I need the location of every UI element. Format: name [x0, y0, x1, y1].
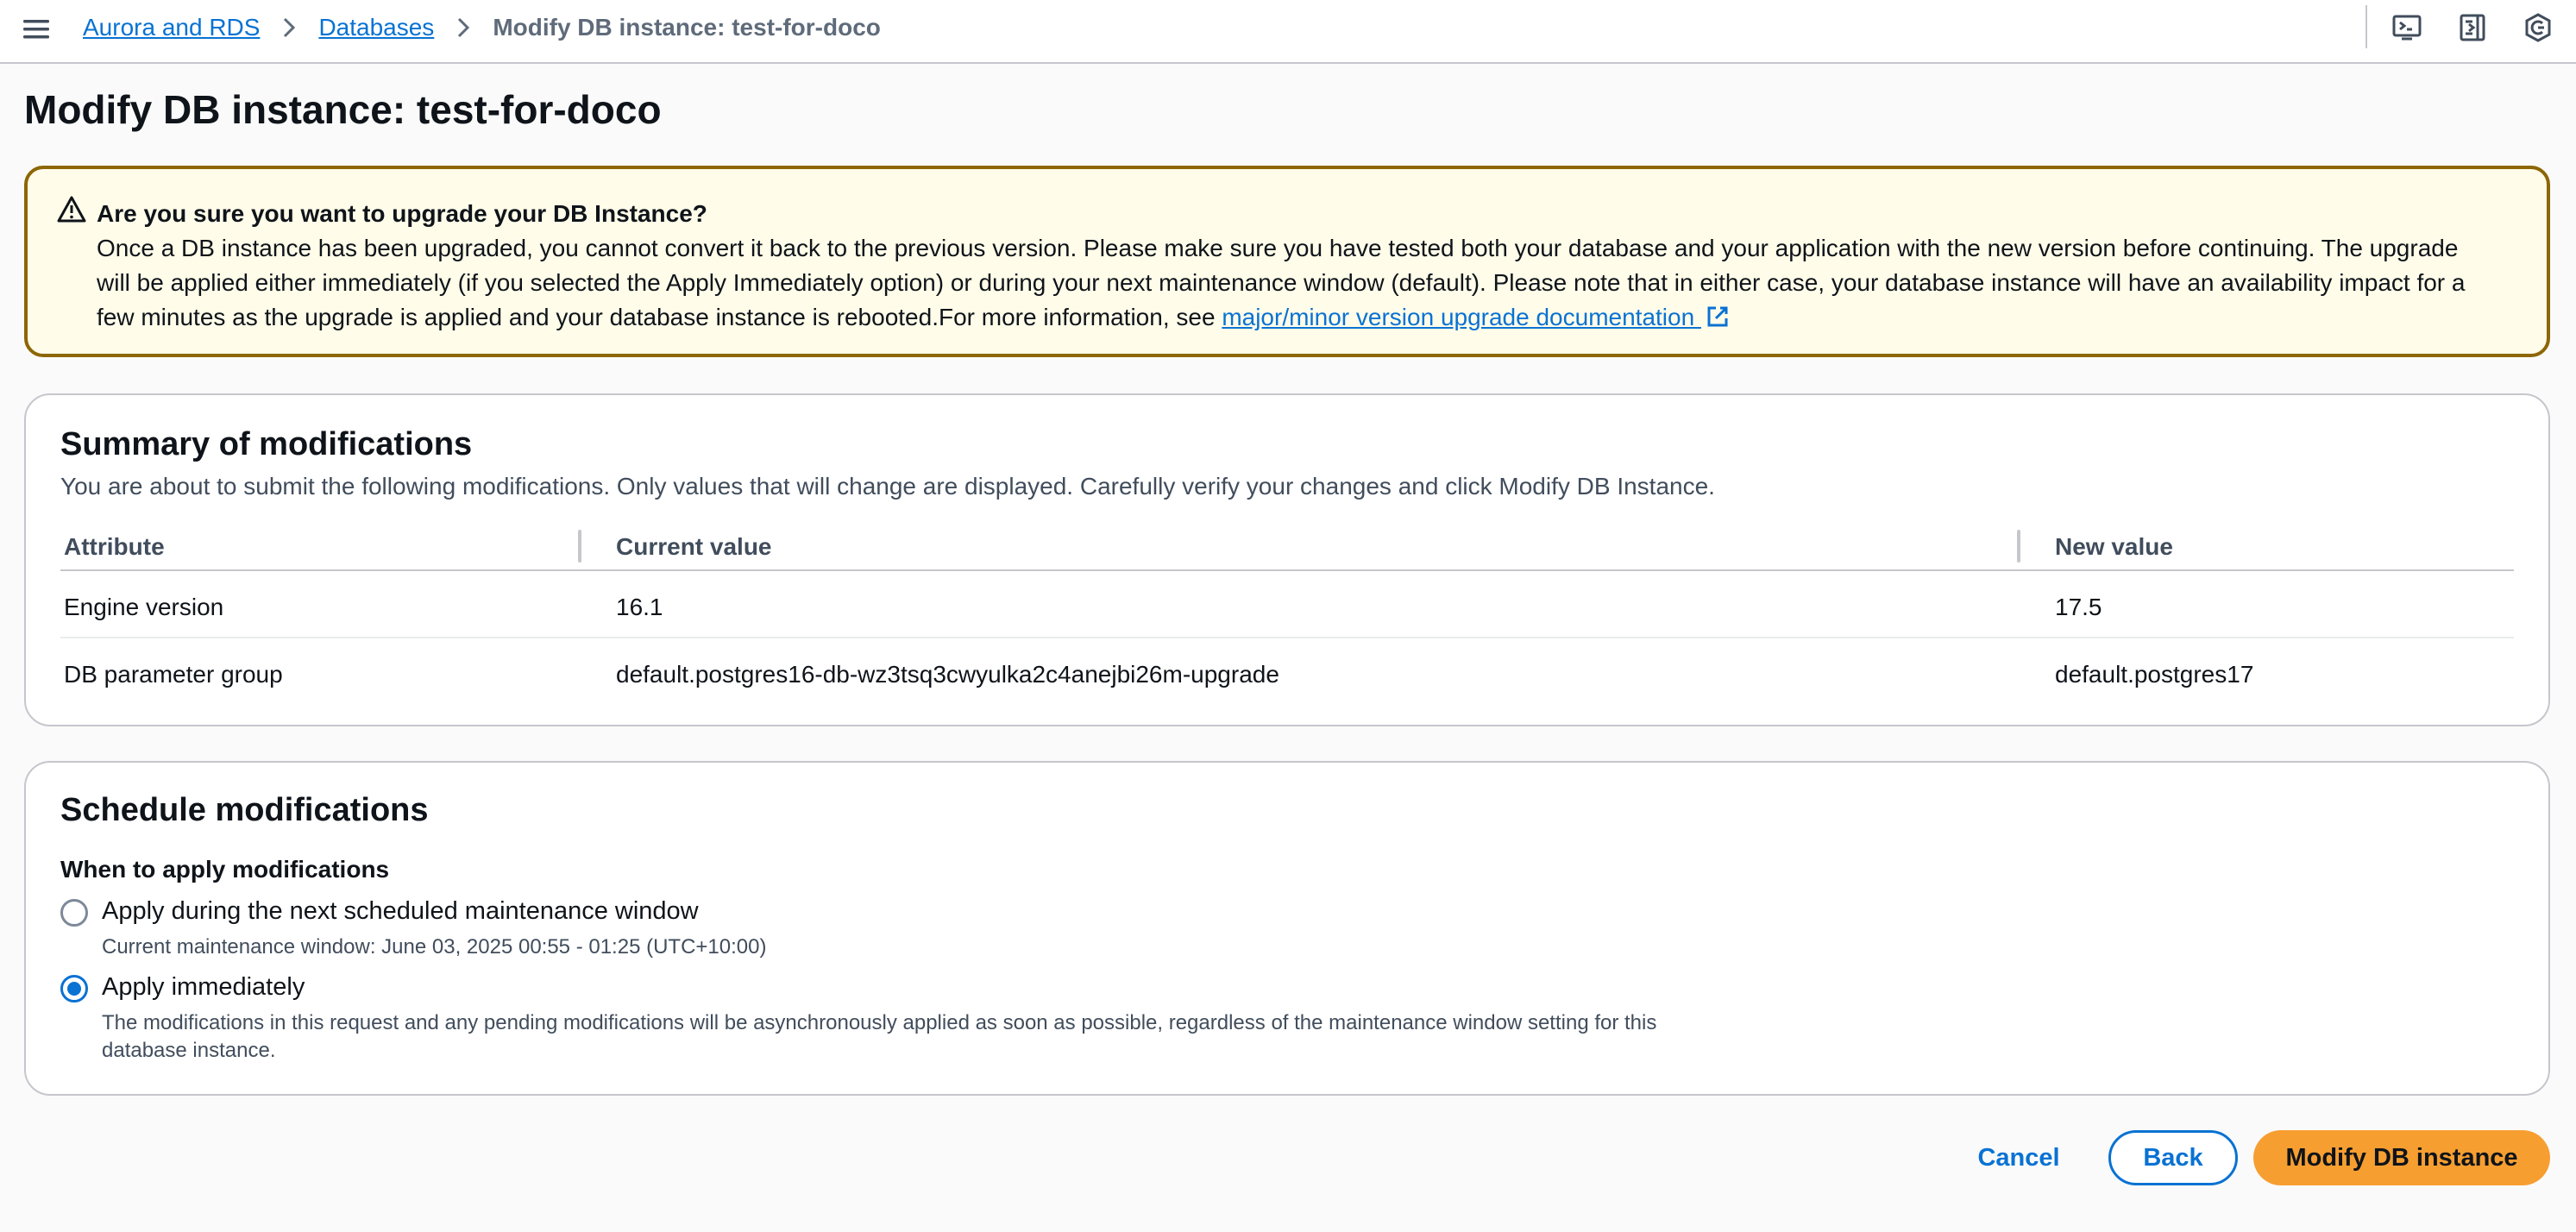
radio-button-maintenance-window[interactable] — [60, 899, 88, 927]
page-title: Modify DB instance: test-for-doco — [24, 87, 662, 132]
table-header: Attribute Current value New value — [60, 525, 2514, 571]
cell-attribute: DB parameter group — [64, 661, 283, 688]
warning-alert: Are you sure you want to upgrade your DB… — [24, 166, 2550, 357]
breadcrumb-current-page: Modify DB instance: test-for-doco — [493, 14, 881, 41]
cloudshell-icon[interactable] — [2391, 12, 2422, 43]
column-resizer[interactable] — [2017, 530, 2020, 563]
column-resizer[interactable] — [578, 530, 581, 563]
alert-heading: Are you sure you want to upgrade your DB… — [97, 200, 707, 227]
version-upgrade-documentation-link[interactable]: major/minor version upgrade documentatio… — [1222, 304, 1731, 330]
cell-current-value: 16.1 — [616, 594, 663, 620]
when-to-apply-label: When to apply modifications — [60, 856, 390, 883]
radio-description: The modifications in this request and an… — [102, 1011, 1657, 1062]
summary-of-modifications-container: Summary of modifications You are about t… — [24, 393, 2550, 726]
summary-title: Summary of modifications — [60, 426, 473, 462]
radio-description: Current maintenance window: June 03, 202… — [102, 935, 767, 959]
modifications-table: Attribute Current value New value Engine… — [60, 525, 2514, 706]
column-header-new-value: New value — [2055, 533, 2173, 560]
modify-db-instance-button[interactable]: Modify DB instance — [2253, 1130, 2550, 1185]
link-text[interactable]: major/minor version upgrade documentatio… — [1222, 304, 1701, 330]
breadcrumb-databases[interactable]: Databases — [318, 14, 434, 41]
back-button[interactable]: Back — [2108, 1130, 2238, 1185]
radio-button-apply-immediately[interactable] — [60, 975, 88, 1003]
top-navigation-bar: Aurora and RDS Databases Modify DB insta… — [0, 0, 2576, 64]
breadcrumb: Aurora and RDS Databases Modify DB insta… — [83, 10, 881, 45]
alert-content: Are you sure you want to upgrade your DB… — [97, 197, 2486, 335]
summary-description: You are about to submit the following mo… — [60, 473, 1715, 500]
column-header-attribute: Attribute — [64, 533, 165, 560]
cell-new-value: default.postgres17 — [2055, 661, 2254, 688]
external-link-icon[interactable] — [1705, 304, 1731, 330]
warning-triangle-icon — [57, 196, 86, 223]
radio-label[interactable]: Apply during the next scheduled maintena… — [102, 897, 699, 926]
chevron-right-icon — [458, 17, 470, 38]
cancel-button[interactable]: Cancel — [1967, 1132, 2070, 1184]
side-panel-icon[interactable] — [2457, 12, 2488, 43]
table-row: DB parameter group default.postgres16-db… — [60, 638, 2514, 706]
toolbar-divider — [2366, 5, 2367, 48]
notifications-settings-icon[interactable] — [2523, 12, 2554, 43]
schedule-modifications-container: Schedule modifications When to apply mod… — [24, 761, 2550, 1096]
cell-new-value: 17.5 — [2055, 594, 2102, 620]
hamburger-menu-icon[interactable] — [21, 14, 52, 45]
breadcrumb-aurora-and-rds[interactable]: Aurora and RDS — [83, 14, 260, 41]
table-row: Engine version 16.1 17.5 — [60, 571, 2514, 638]
chevron-right-icon — [284, 17, 296, 38]
cell-current-value: default.postgres16-db-wz3tsq3cwyulka2c4a… — [616, 661, 1279, 688]
column-header-current-value: Current value — [616, 533, 772, 560]
radio-label[interactable]: Apply immediately — [102, 973, 305, 1002]
cell-attribute: Engine version — [64, 594, 224, 620]
schedule-title: Schedule modifications — [60, 792, 429, 828]
